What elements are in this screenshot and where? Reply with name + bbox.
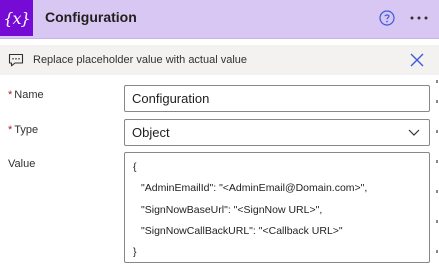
code-line: }	[133, 246, 137, 258]
type-label: * Type	[8, 124, 38, 136]
chevron-down-icon	[408, 129, 420, 136]
variable-icon: {x}	[0, 0, 33, 36]
code-line: "SignNowBaseUrl": "<SignNow URL>",	[141, 204, 323, 216]
code-line: "SignNowCallBackURL": "<Callback URL>"	[141, 225, 343, 237]
type-selected-value: Object	[132, 125, 170, 140]
action-header[interactable]: {x} Configuration	[0, 0, 439, 39]
scrollbar[interactable]	[435, 78, 439, 258]
action-title: Configuration	[45, 9, 137, 25]
configuration-action-card: {x} Configuration Replace placeholder va…	[0, 0, 439, 268]
ellipsis-icon[interactable]	[407, 10, 431, 26]
required-mark: *	[8, 124, 13, 136]
comment-icon	[8, 53, 24, 67]
name-label: * Name	[8, 89, 44, 101]
required-mark: *	[8, 89, 13, 101]
close-icon[interactable]	[410, 53, 424, 67]
name-input[interactable]: Configuration	[124, 85, 430, 112]
type-label-text: Type	[14, 124, 39, 136]
name-label-text: Name	[14, 89, 44, 101]
type-dropdown[interactable]: Object	[124, 119, 430, 146]
help-circle-icon[interactable]	[379, 10, 395, 26]
info-bar: Replace placeholder value with actual va…	[0, 45, 439, 75]
code-line: {	[133, 161, 137, 173]
value-label: Value	[8, 158, 36, 170]
code-line: "AdminEmailId": "<AdminEmail@Domain.com>…	[141, 182, 368, 194]
info-message: Replace placeholder value with actual va…	[33, 54, 248, 66]
value-textarea[interactable]: { "AdminEmailId": "<AdminEmail@Domain.co…	[124, 152, 430, 263]
